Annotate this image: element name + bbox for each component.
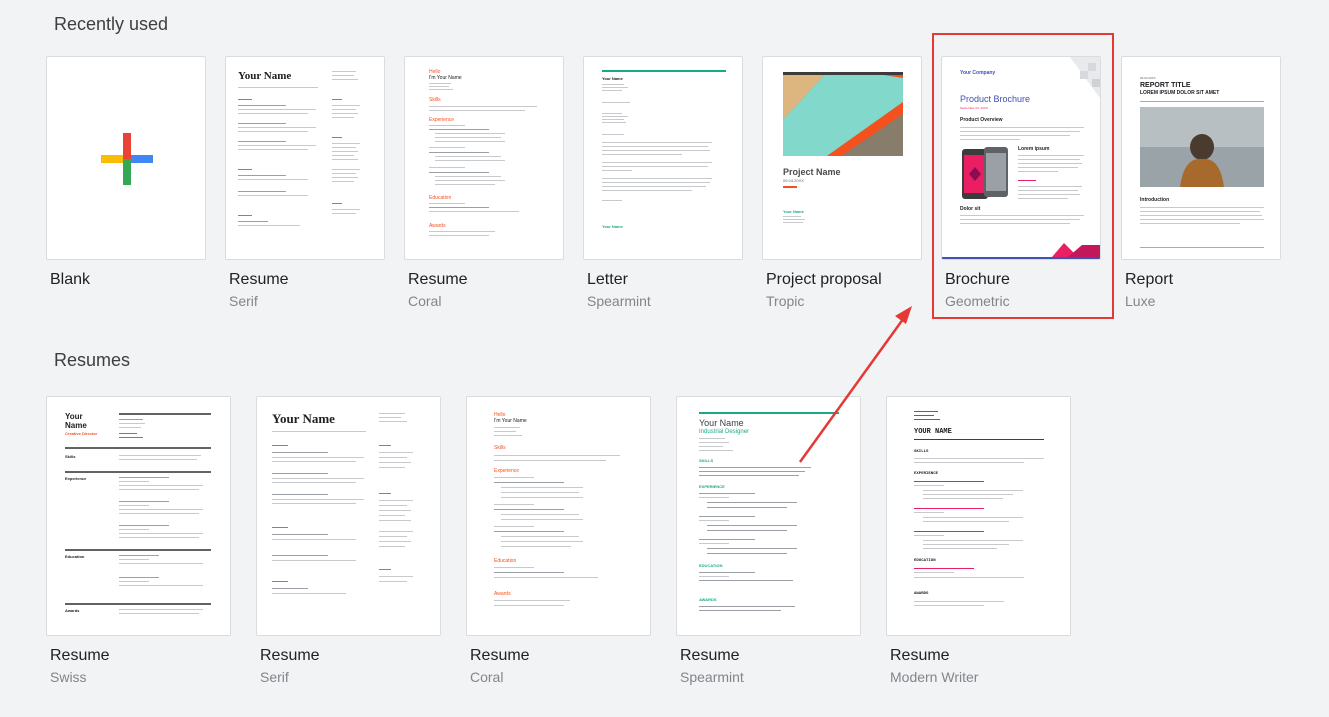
template-name: Project proposal bbox=[766, 271, 882, 288]
template-thumbnail[interactable]: Your Company Product Brochure September … bbox=[941, 56, 1101, 260]
report-photo bbox=[1140, 107, 1264, 187]
preview-experience: Experience bbox=[494, 468, 520, 474]
preview-company: Your Name bbox=[783, 209, 804, 214]
preview-role: Industrial Designer bbox=[699, 429, 750, 435]
template-style: Spearmint bbox=[680, 669, 744, 685]
preview-title: I'm Your Name bbox=[429, 75, 462, 81]
template-style: Coral bbox=[470, 669, 504, 685]
template-name: Report bbox=[1125, 271, 1174, 288]
preview-skills: Skills bbox=[494, 445, 506, 451]
template-style: Spearmint bbox=[587, 293, 651, 309]
preview-name: Your Name bbox=[602, 76, 623, 81]
template-name: Resume bbox=[470, 647, 530, 664]
template-style: Swiss bbox=[50, 669, 87, 685]
template-name: Letter bbox=[587, 271, 628, 288]
preview-name-line1: Your bbox=[65, 412, 83, 421]
preview-role: Creative Director bbox=[65, 431, 98, 436]
preview-date: September 04, 20XX bbox=[960, 106, 988, 110]
geometric-footer bbox=[942, 243, 1100, 259]
template-style: Serif bbox=[229, 293, 258, 309]
template-style: Coral bbox=[408, 293, 442, 309]
preview-skills: SKILLS bbox=[699, 458, 714, 463]
preview-company: Your Company bbox=[960, 70, 996, 76]
template-thumbnail[interactable]: YOUR NAME SKILLS EXPERIENCE EDUCATION AW… bbox=[886, 396, 1071, 636]
preview-title: I'm Your Name bbox=[494, 418, 527, 424]
preview-skills: SKILLS bbox=[914, 450, 929, 454]
preview-experience: EXPERIENCE bbox=[699, 484, 725, 489]
template-thumbnail[interactable]: Hello I'm Your Name Skills Experience Ed… bbox=[404, 56, 564, 260]
template-name: Resume bbox=[680, 647, 740, 664]
preview-name: Your Name bbox=[699, 418, 744, 428]
template-name: Brochure bbox=[945, 271, 1010, 288]
template-style: Luxe bbox=[1125, 293, 1156, 309]
geometric-corner bbox=[1070, 57, 1100, 99]
phone-image bbox=[962, 147, 1008, 199]
template-thumbnail[interactable]: Project Name 09.04.20XX Your Name bbox=[762, 56, 922, 260]
template-name: Resume bbox=[890, 647, 950, 664]
preview-education: EDUCATION bbox=[699, 563, 723, 568]
preview-awards: Awards bbox=[429, 223, 446, 229]
preview-signature: Your Name bbox=[602, 224, 623, 229]
template-name: Resume bbox=[408, 271, 468, 288]
preview-intro: Introduction bbox=[1140, 197, 1170, 203]
preview-skills: Skills bbox=[429, 97, 441, 103]
preview-name: YOUR NAME bbox=[914, 428, 952, 436]
preview-title: Project Name bbox=[783, 167, 841, 177]
preview-awards: Awards bbox=[494, 591, 511, 597]
tropic-graphic bbox=[783, 72, 903, 156]
template-name: Resume bbox=[229, 271, 289, 288]
preview-education: Education bbox=[65, 554, 85, 559]
template-name: Resume bbox=[260, 647, 320, 664]
template-thumbnail[interactable]: Your Name Industrial Designer SKILLS EXP… bbox=[676, 396, 861, 636]
preview-subtitle: LOREM IPSUM DOLOR SIT AMET bbox=[1140, 90, 1220, 96]
preview-dolor: Dolor sit bbox=[960, 206, 981, 212]
template-thumbnail[interactable] bbox=[46, 56, 206, 260]
template-thumbnail[interactable]: Your Name bbox=[256, 396, 441, 636]
preview-name: Your Name bbox=[238, 70, 292, 82]
section-title-recent: Recently used bbox=[54, 14, 169, 34]
preview-education: Education bbox=[429, 195, 452, 201]
preview-name-line2: Name bbox=[65, 421, 87, 430]
preview-date: 09.04.20XX bbox=[783, 178, 804, 183]
preview-experience: Experience bbox=[429, 117, 455, 123]
preview-overview: Product Overview bbox=[960, 117, 1003, 123]
template-thumbnail[interactable]: 09.04.20XX REPORT TITLE LOREM IPSUM DOLO… bbox=[1121, 56, 1281, 260]
preview-skills: Skills bbox=[65, 454, 76, 459]
template-style: Tropic bbox=[766, 293, 805, 309]
preview-name: Your Name bbox=[272, 411, 335, 426]
preview-awards: AWARDS bbox=[699, 597, 717, 602]
template-thumbnail[interactable]: Hello I'm Your Name Skills Experience Ed… bbox=[466, 396, 651, 636]
template-thumbnail[interactable]: Your Name Your Name bbox=[583, 56, 743, 260]
section-title-resumes: Resumes bbox=[54, 350, 131, 370]
preview-education: Education bbox=[494, 558, 517, 564]
preview-label: 09.04.20XX bbox=[1140, 76, 1156, 80]
template-name: Resume bbox=[50, 647, 110, 664]
template-style: Serif bbox=[260, 669, 289, 685]
template-thumbnail[interactable]: Your Name Creative Director Skills Exper… bbox=[46, 396, 231, 636]
template-thumbnail[interactable]: Your Name bbox=[225, 56, 385, 260]
preview-education: EDUCATION bbox=[914, 559, 936, 563]
preview-experience: Experience bbox=[65, 476, 87, 481]
preview-experience: EXPERIENCE bbox=[914, 472, 939, 476]
preview-lorem: Lorem ipsum bbox=[1018, 146, 1050, 152]
template-style: Geometric bbox=[945, 293, 1010, 309]
preview-title: REPORT TITLE bbox=[1140, 82, 1191, 89]
template-style: Modern Writer bbox=[890, 669, 979, 685]
plus-icon bbox=[101, 133, 153, 185]
preview-title: Product Brochure bbox=[960, 94, 1031, 104]
template-name: Blank bbox=[50, 271, 91, 288]
preview-awards: AWARDS bbox=[914, 592, 929, 596]
preview-awards: Awards bbox=[65, 608, 80, 613]
